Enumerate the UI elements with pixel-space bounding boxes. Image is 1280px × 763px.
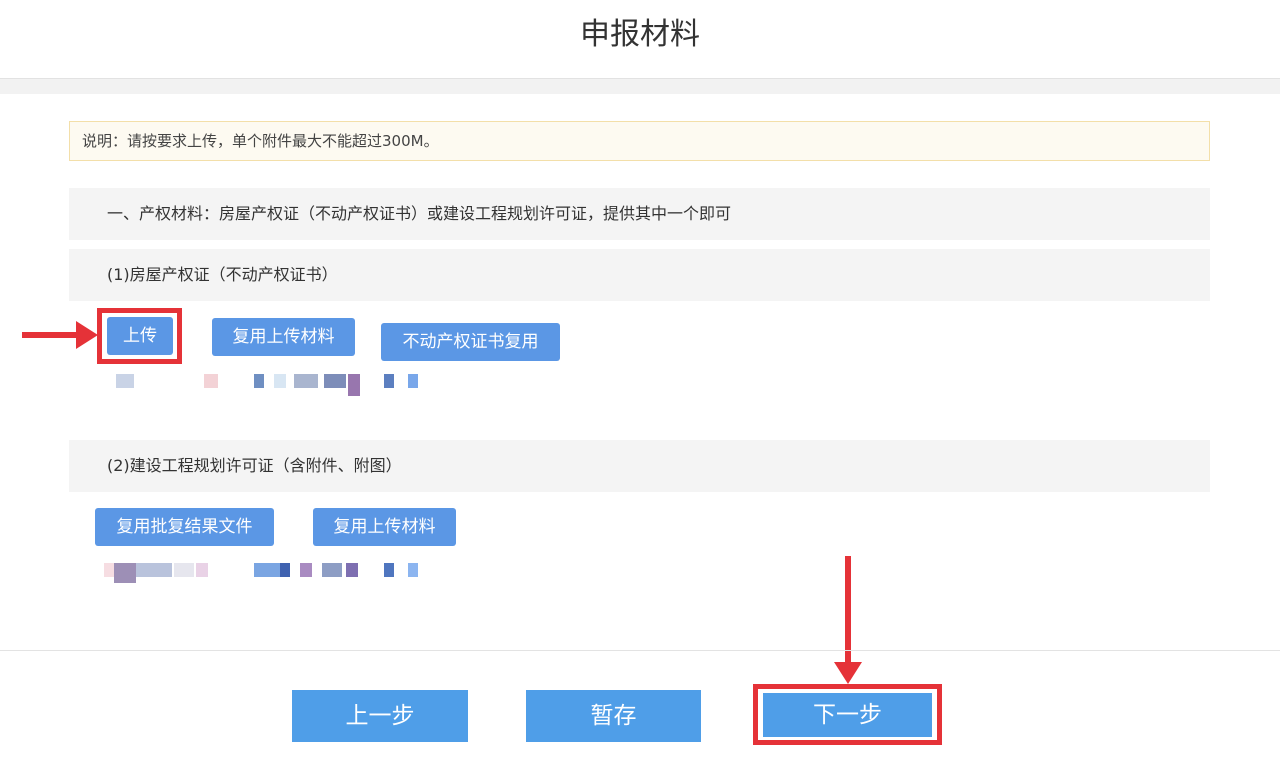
page-title: 申报材料 (580, 17, 700, 52)
section-property-title: 一、产权材料：房屋产权证（不动产权证书）或建设工程规划许可证，提供其中一个即可 (69, 188, 1210, 240)
reuse-approval-result-button[interactable]: 复用批复结果文件 (95, 508, 274, 546)
save-draft-button[interactable]: 暂存 (526, 690, 701, 742)
next-step-button[interactable]: 下一步 (763, 693, 932, 737)
blurred-file-entry (108, 374, 428, 396)
section-house-cert-title: (1)房屋产权证（不动产权证书） (69, 249, 1210, 301)
upload-notice: 说明：请按要求上传，单个附件最大不能超过300M。 (69, 121, 1210, 161)
blurred-file-entry-2 (100, 563, 430, 583)
upload-button[interactable]: 上传 (107, 317, 173, 355)
reuse-upload-material-button-2[interactable]: 复用上传材料 (313, 508, 456, 546)
footer-divider (0, 650, 1280, 651)
section-planning-permit-title: (2)建设工程规划许可证（含附件、附图） (69, 440, 1210, 492)
title-divider (0, 78, 1280, 94)
prev-step-button[interactable]: 上一步 (292, 690, 468, 742)
cert-reuse-button[interactable]: 不动产权证书复用 (381, 323, 560, 361)
reuse-upload-material-button[interactable]: 复用上传材料 (212, 318, 355, 356)
